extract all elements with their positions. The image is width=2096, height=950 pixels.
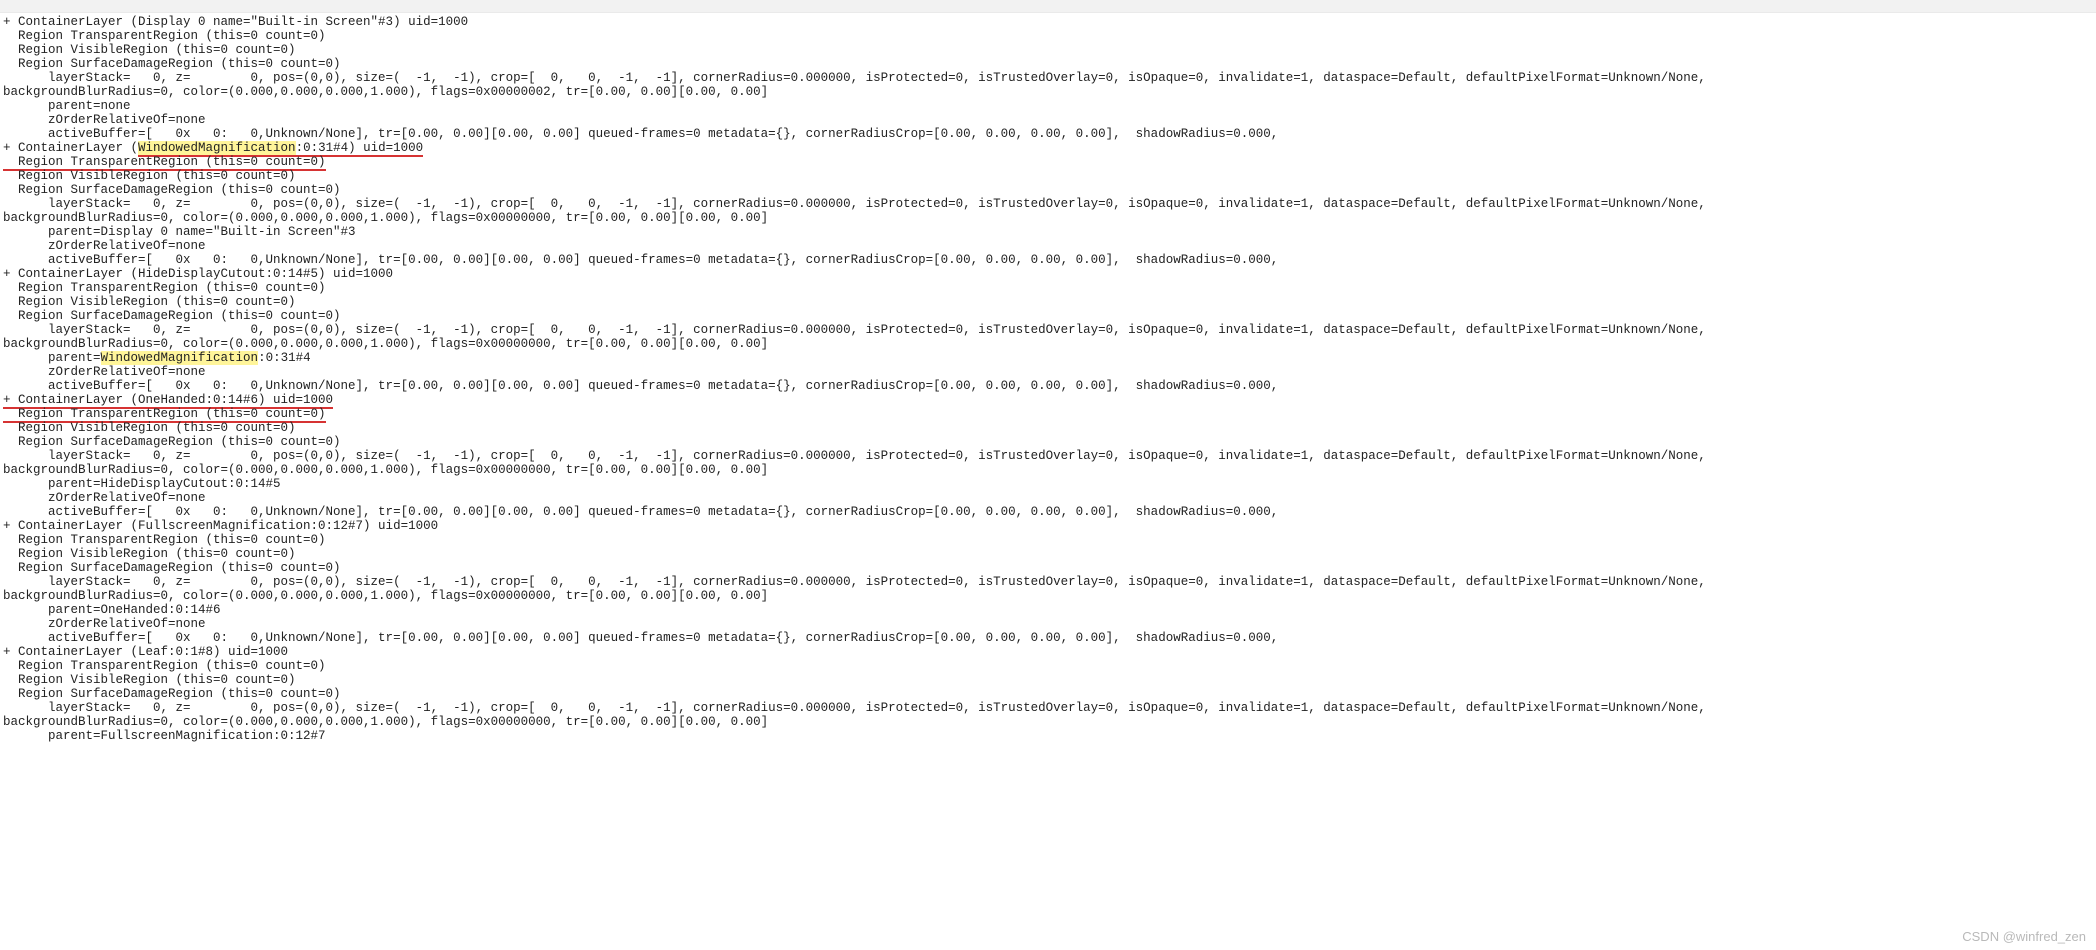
- log-line: Region VisibleRegion (this=0 count=0): [3, 43, 296, 57]
- log-line: zOrderRelativeOf=none: [3, 617, 206, 631]
- log-line: zOrderRelativeOf=none: [3, 239, 206, 253]
- log-line: Region VisibleRegion (this=0 count=0): [3, 169, 296, 183]
- log-line: zOrderRelativeOf=none: [3, 365, 206, 379]
- log-line: Region SurfaceDamageRegion (this=0 count…: [3, 561, 341, 575]
- log-line: layerStack= 0, z= 0, pos=(0,0), size=( -…: [3, 575, 1706, 589]
- log-output[interactable]: + ContainerLayer (Display 0 name="Built-…: [0, 13, 2093, 743]
- log-line: backgroundBlurRadius=0, color=(0.000,0.0…: [3, 211, 768, 225]
- log-line: parent=WindowedMagnification:0:31#4: [3, 351, 311, 365]
- log-line: parent=HideDisplayCutout:0:14#5: [3, 477, 281, 491]
- log-line: activeBuffer=[ 0x 0: 0,Unknown/None], tr…: [3, 631, 1278, 645]
- log-line: activeBuffer=[ 0x 0: 0,Unknown/None], tr…: [3, 127, 1278, 141]
- log-line: activeBuffer=[ 0x 0: 0,Unknown/None], tr…: [3, 253, 1278, 267]
- log-line: backgroundBlurRadius=0, color=(0.000,0.0…: [3, 337, 768, 351]
- log-line: + ContainerLayer (HideDisplayCutout:0:14…: [3, 267, 393, 281]
- log-line: Region VisibleRegion (this=0 count=0): [3, 421, 296, 435]
- log-line: Region TransparentRegion (this=0 count=0…: [3, 281, 326, 295]
- log-line: layerStack= 0, z= 0, pos=(0,0), size=( -…: [3, 197, 1706, 211]
- log-line: activeBuffer=[ 0x 0: 0,Unknown/None], tr…: [3, 379, 1278, 393]
- log-line: layerStack= 0, z= 0, pos=(0,0), size=( -…: [3, 701, 1706, 715]
- log-line: Region SurfaceDamageRegion (this=0 count…: [3, 687, 341, 701]
- log-line: zOrderRelativeOf=none: [3, 113, 206, 127]
- log-line: layerStack= 0, z= 0, pos=(0,0), size=( -…: [3, 449, 1706, 463]
- log-line: Region TransparentRegion (this=0 count=0…: [3, 29, 326, 43]
- window-toolbar: [0, 0, 2096, 13]
- log-line: backgroundBlurRadius=0, color=(0.000,0.0…: [3, 463, 768, 477]
- log-line: Region SurfaceDamageRegion (this=0 count…: [3, 309, 341, 323]
- log-line: backgroundBlurRadius=0, color=(0.000,0.0…: [3, 715, 768, 729]
- log-line: Region TransparentRegion (this=0 count=0…: [3, 659, 326, 673]
- log-line: Region SurfaceDamageRegion (this=0 count…: [3, 183, 341, 197]
- log-line: + ContainerLayer (Leaf:0:1#8) uid=1000: [3, 645, 288, 659]
- log-line: Region VisibleRegion (this=0 count=0): [3, 547, 296, 561]
- log-line: backgroundBlurRadius=0, color=(0.000,0.0…: [3, 589, 768, 603]
- log-line: parent=OneHanded:0:14#6: [3, 603, 221, 617]
- log-line: + ContainerLayer (FullscreenMagnificatio…: [3, 519, 438, 533]
- log-line: zOrderRelativeOf=none: [3, 491, 206, 505]
- log-line: Region SurfaceDamageRegion (this=0 count…: [3, 57, 341, 71]
- watermark: CSDN @winfred_zen: [1962, 930, 2086, 944]
- highlight-match: WindowedMagnification: [138, 141, 296, 155]
- log-line: + ContainerLayer (Display 0 name="Built-…: [3, 15, 468, 29]
- log-line: Region VisibleRegion (this=0 count=0): [3, 295, 296, 309]
- log-line: layerStack= 0, z= 0, pos=(0,0), size=( -…: [3, 323, 1706, 337]
- log-line: parent=none: [3, 99, 131, 113]
- log-line: parent=FullscreenMagnification:0:12#7: [3, 729, 326, 743]
- highlight-match: WindowedMagnification: [101, 351, 259, 365]
- log-line: activeBuffer=[ 0x 0: 0,Unknown/None], tr…: [3, 505, 1278, 519]
- log-line: Region SurfaceDamageRegion (this=0 count…: [3, 435, 341, 449]
- log-line: Region VisibleRegion (this=0 count=0): [3, 673, 296, 687]
- log-line: backgroundBlurRadius=0, color=(0.000,0.0…: [3, 85, 768, 99]
- log-line: parent=Display 0 name="Built-in Screen"#…: [3, 225, 356, 239]
- log-line: Region TransparentRegion (this=0 count=0…: [3, 533, 326, 547]
- log-line: layerStack= 0, z= 0, pos=(0,0), size=( -…: [3, 71, 1706, 85]
